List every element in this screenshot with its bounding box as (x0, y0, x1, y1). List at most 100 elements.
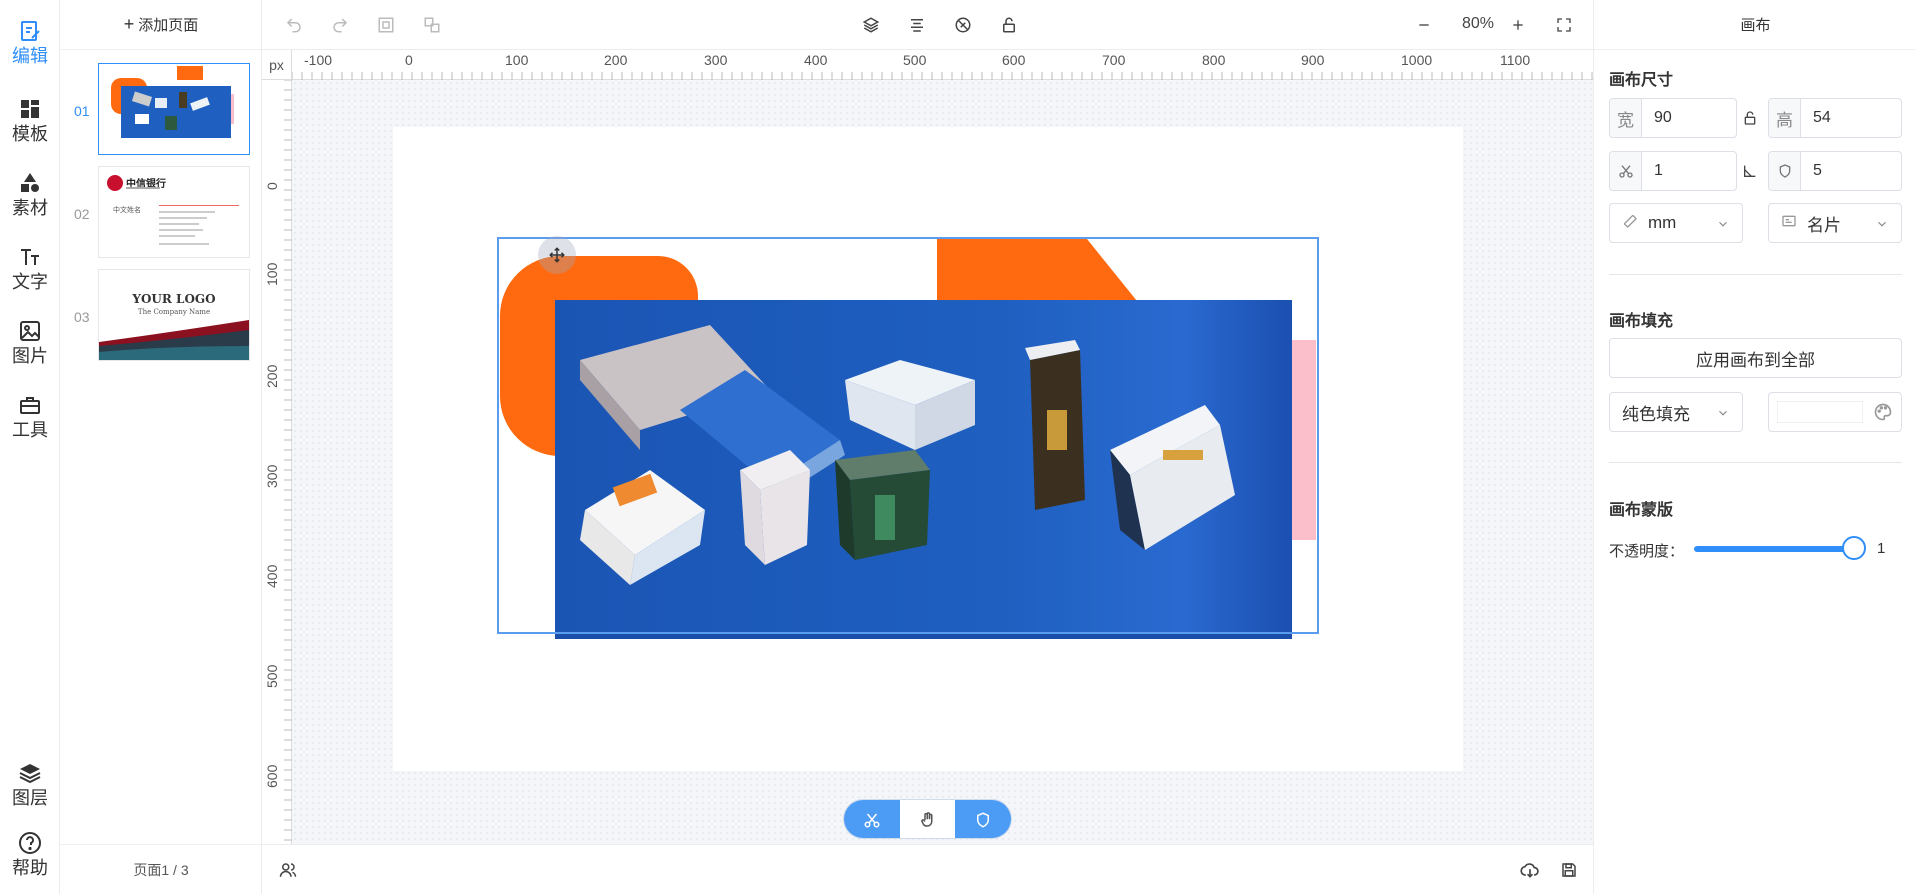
ruler-ticks-v (284, 80, 292, 841)
ungroup-button[interactable] (420, 13, 444, 37)
ruler-label: 500 (264, 664, 280, 688)
plus-icon (1513, 20, 1523, 30)
ruler-label: 800 (1202, 52, 1226, 68)
ruler-label: 300 (704, 52, 728, 68)
canvas-fill-title: 画布填充 (1609, 313, 1674, 330)
layer-order-button[interactable] (859, 13, 883, 37)
rail-image-label: 图片 (12, 346, 48, 366)
redo-button[interactable] (328, 13, 352, 37)
plus-icon: + (123, 14, 135, 34)
page-thumbnail[interactable] (98, 63, 250, 155)
card-icon (1781, 213, 1797, 234)
safe-area-button[interactable] (955, 800, 1011, 838)
page-number: 02 (74, 206, 90, 222)
ruler-label: 100 (264, 262, 280, 286)
safe-margin-field[interactable]: 5 (1768, 151, 1902, 191)
chevron-down-icon (1716, 405, 1730, 425)
layers-icon (17, 760, 43, 786)
opacity-slider-handle[interactable] (1842, 536, 1866, 560)
rail-text[interactable]: 文字 (0, 236, 60, 300)
lock-button[interactable] (997, 13, 1021, 37)
add-page-button[interactable]: + 添加页面 (60, 0, 262, 50)
save-button[interactable] (1557, 858, 1581, 882)
photo-edge (555, 634, 1292, 639)
zoom-out-button[interactable] (1412, 13, 1436, 37)
toolbox-icon (17, 392, 43, 418)
image-icon (17, 318, 43, 344)
section-divider (1609, 274, 1902, 275)
bleed-mode-button[interactable] (844, 800, 900, 838)
page-thumbnail[interactable]: 中信银行 中文姓名 (98, 166, 250, 258)
chevron-down-icon (1875, 216, 1889, 236)
rail-help[interactable]: 帮助 (0, 822, 60, 886)
palette-icon[interactable] (1873, 402, 1893, 427)
download-button[interactable] (1518, 858, 1542, 882)
color-swatch (1777, 401, 1863, 423)
rail-layers[interactable]: 图层 (0, 752, 60, 816)
unit-select[interactable]: mm (1609, 203, 1743, 243)
ruler-label: 700 (1102, 52, 1126, 68)
eraser-icon (955, 17, 971, 33)
rail-edit[interactable]: 编辑 (0, 10, 60, 74)
hand-icon (920, 812, 932, 827)
apply-canvas-all-button[interactable]: 应用画布到全部 (1609, 338, 1902, 378)
ruler-label: 600 (1002, 52, 1026, 68)
users-icon (279, 863, 297, 877)
page-thumbnail[interactable]: YOUR LOGO The Company Name (98, 269, 250, 361)
page-item-3[interactable]: 03 YOUR LOGO The Company Name (60, 269, 262, 363)
pan-mode-button[interactable] (899, 800, 956, 838)
ruler-label: 900 (1301, 52, 1325, 68)
height-prefix: 高 (1769, 99, 1801, 137)
minus-icon (1419, 24, 1429, 26)
bleed-field[interactable]: 1 (1609, 151, 1737, 191)
collaborators-button[interactable] (276, 858, 300, 882)
opacity-slider-track[interactable] (1694, 546, 1856, 552)
page-item-2[interactable]: 02 中信银行 中文姓名 (60, 166, 262, 260)
canvas-type-select[interactable]: 名片 (1768, 203, 1902, 243)
ruler-label: 1000 (1401, 52, 1433, 68)
rail-tools-label: 工具 (12, 420, 48, 440)
template-icon (17, 96, 43, 122)
tool-rail: 编辑 模板 素材 文字 图片 工具 图层 帮助 (0, 0, 60, 894)
width-value: 90 (1654, 109, 1672, 126)
rail-text-label: 文字 (12, 272, 48, 292)
zoom-in-button[interactable] (1506, 13, 1530, 37)
ruler-label: 1100 (1500, 52, 1531, 68)
scissors-icon (864, 813, 880, 828)
undo-button[interactable] (282, 13, 306, 37)
group-button[interactable] (374, 13, 398, 37)
clear-style-button[interactable] (951, 13, 975, 37)
rail-help-label: 帮助 (12, 858, 48, 878)
ruler-label: -100 (304, 52, 333, 68)
horizontal-ruler: -100 0 100 200 300 400 500 600 700 800 9… (292, 50, 1593, 80)
height-field[interactable]: 高 54 (1768, 98, 1902, 138)
rail-template-label: 模板 (12, 124, 48, 144)
rail-material[interactable]: 素材 (0, 162, 60, 226)
ruler-label: 400 (804, 52, 828, 68)
zoom-level: 80% (1461, 15, 1495, 32)
opacity-value: 1 (1877, 540, 1886, 557)
rail-image[interactable]: 图片 (0, 310, 60, 374)
rail-layers-label: 图层 (12, 788, 48, 808)
stack-icon (862, 17, 880, 33)
rail-material-label: 素材 (12, 198, 48, 218)
move-handle[interactable] (538, 236, 576, 274)
width-field[interactable]: 宽 90 (1609, 98, 1737, 138)
selection-frame[interactable] (497, 237, 1319, 634)
rail-tools[interactable]: 工具 (0, 384, 60, 448)
chevron-down-icon (1716, 216, 1730, 236)
add-page-label: 添加页面 (138, 17, 199, 34)
rail-template[interactable]: 模板 (0, 88, 60, 152)
ruler-label: 400 (264, 564, 280, 588)
canvas-size-title: 画布尺寸 (1609, 72, 1674, 89)
fullscreen-button[interactable] (1552, 13, 1576, 37)
ruler-label: 200 (264, 364, 280, 388)
fill-color-picker[interactable] (1768, 392, 1902, 432)
page-item-1[interactable]: 01 (60, 63, 262, 157)
cloud-download-icon (1520, 863, 1539, 878)
page-indicator: 页面1 / 3 (60, 844, 262, 894)
fill-mode-select[interactable]: 纯色填充 (1609, 392, 1743, 432)
ratio-lock-icon[interactable] (1742, 110, 1758, 126)
bottom-bar (262, 844, 1593, 894)
align-button[interactable] (905, 13, 929, 37)
